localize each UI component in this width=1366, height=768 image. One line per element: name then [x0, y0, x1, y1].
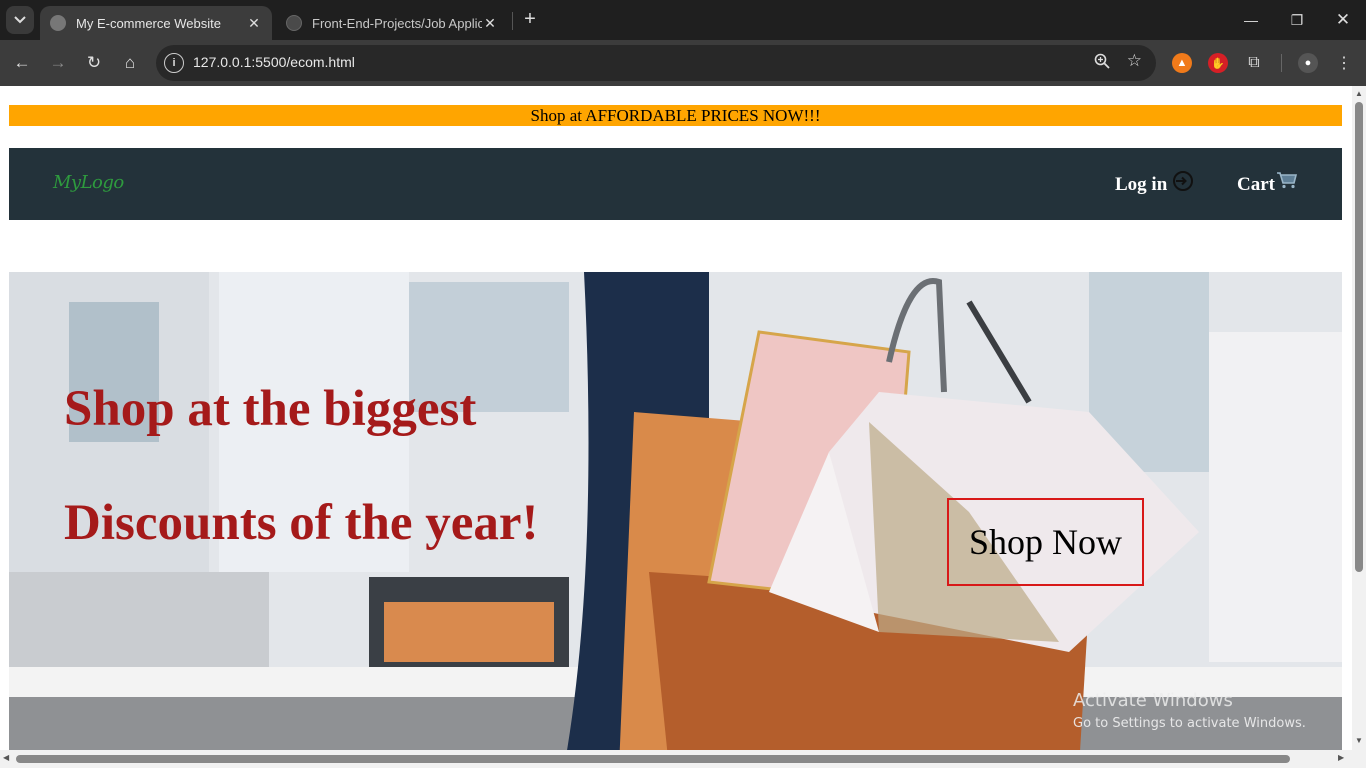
browser-toolbar: ← → ↻ ⌂ i 127.0.0.1:5500/ecom.html ☆ ▲ ✋…	[0, 40, 1366, 86]
url-text[interactable]: 127.0.0.1:5500/ecom.html	[193, 54, 355, 70]
tab-separator	[512, 12, 513, 30]
menu-kebab-icon[interactable]: ⋮	[1334, 53, 1354, 73]
site-logo[interactable]: MyLogo	[53, 172, 124, 193]
extension-orange-icon[interactable]: ▲	[1172, 53, 1192, 73]
login-link[interactable]: Log in	[1115, 174, 1167, 196]
tab-my-ecommerce[interactable]: My E-commerce Website ✕	[40, 6, 272, 40]
scroll-down-arrow-icon[interactable]: ▼	[1354, 736, 1364, 745]
scroll-up-arrow-icon[interactable]: ▲	[1354, 89, 1364, 98]
address-bar[interactable]: i 127.0.0.1:5500/ecom.html ☆	[156, 45, 1156, 81]
profile-avatar[interactable]: ●	[1298, 53, 1318, 73]
site-info-icon[interactable]: i	[164, 53, 184, 73]
login-icon[interactable]	[1172, 170, 1194, 192]
back-button[interactable]: ←	[8, 49, 36, 77]
reload-button[interactable]: ↻	[80, 49, 108, 77]
cart-icon[interactable]	[1276, 171, 1298, 189]
horizontal-scroll-thumb[interactable]	[16, 755, 1290, 763]
tab-front-end-projects[interactable]: Front-End-Projects/Job Applicat ✕	[276, 6, 508, 40]
restore-button[interactable]: ❐	[1274, 0, 1320, 40]
hero-headline-line1: Shop at the biggest	[64, 381, 477, 437]
promo-banner: Shop at AFFORDABLE PRICES NOW!!!	[9, 105, 1342, 126]
shop-now-button[interactable]: Shop Now	[947, 498, 1144, 586]
vertical-scrollbar[interactable]: ▲ ▼	[1352, 86, 1366, 768]
minimize-button[interactable]: —	[1228, 0, 1274, 40]
forward-button[interactable]: →	[44, 49, 72, 77]
close-window-button[interactable]: ✕	[1320, 0, 1366, 40]
github-icon	[286, 15, 302, 31]
horizontal-scrollbar[interactable]: ◀ ▶	[0, 750, 1352, 768]
site-navbar: MyLogo Log in Cart	[9, 148, 1342, 220]
tab-search-button[interactable]	[6, 6, 34, 34]
page-viewport: Shop at AFFORDABLE PRICES NOW!!! MyLogo …	[0, 86, 1366, 768]
close-tab-icon[interactable]: ✕	[246, 15, 262, 32]
vertical-scroll-thumb[interactable]	[1355, 102, 1363, 572]
toolbar-separator	[1281, 54, 1282, 72]
activate-windows-title: Activate Windows	[1073, 690, 1233, 711]
new-tab-button[interactable]: +	[518, 8, 542, 32]
chevron-down-icon	[14, 16, 26, 24]
bookmark-star-icon[interactable]: ☆	[1127, 51, 1142, 71]
home-button[interactable]: ⌂	[116, 49, 144, 77]
globe-icon	[50, 15, 66, 31]
cart-link[interactable]: Cart	[1237, 174, 1275, 196]
browser-tab-strip: My E-commerce Website ✕ Front-End-Projec…	[0, 0, 1366, 40]
scroll-right-arrow-icon[interactable]: ▶	[1338, 753, 1344, 762]
hero-headline-line2: Discounts of the year!	[64, 495, 539, 551]
scroll-left-arrow-icon[interactable]: ◀	[3, 753, 9, 762]
zoom-icon[interactable]	[1094, 53, 1110, 73]
close-tab-icon[interactable]: ✕	[482, 15, 498, 32]
activate-windows-subtitle: Go to Settings to activate Windows.	[1073, 716, 1306, 731]
extensions-puzzle-icon[interactable]: ⧉	[1244, 53, 1264, 73]
extension-adblock-icon[interactable]: ✋	[1208, 53, 1228, 73]
tab-title: My E-commerce Website	[76, 15, 221, 31]
tab-title: Front-End-Projects/Job Applicat	[312, 15, 482, 31]
